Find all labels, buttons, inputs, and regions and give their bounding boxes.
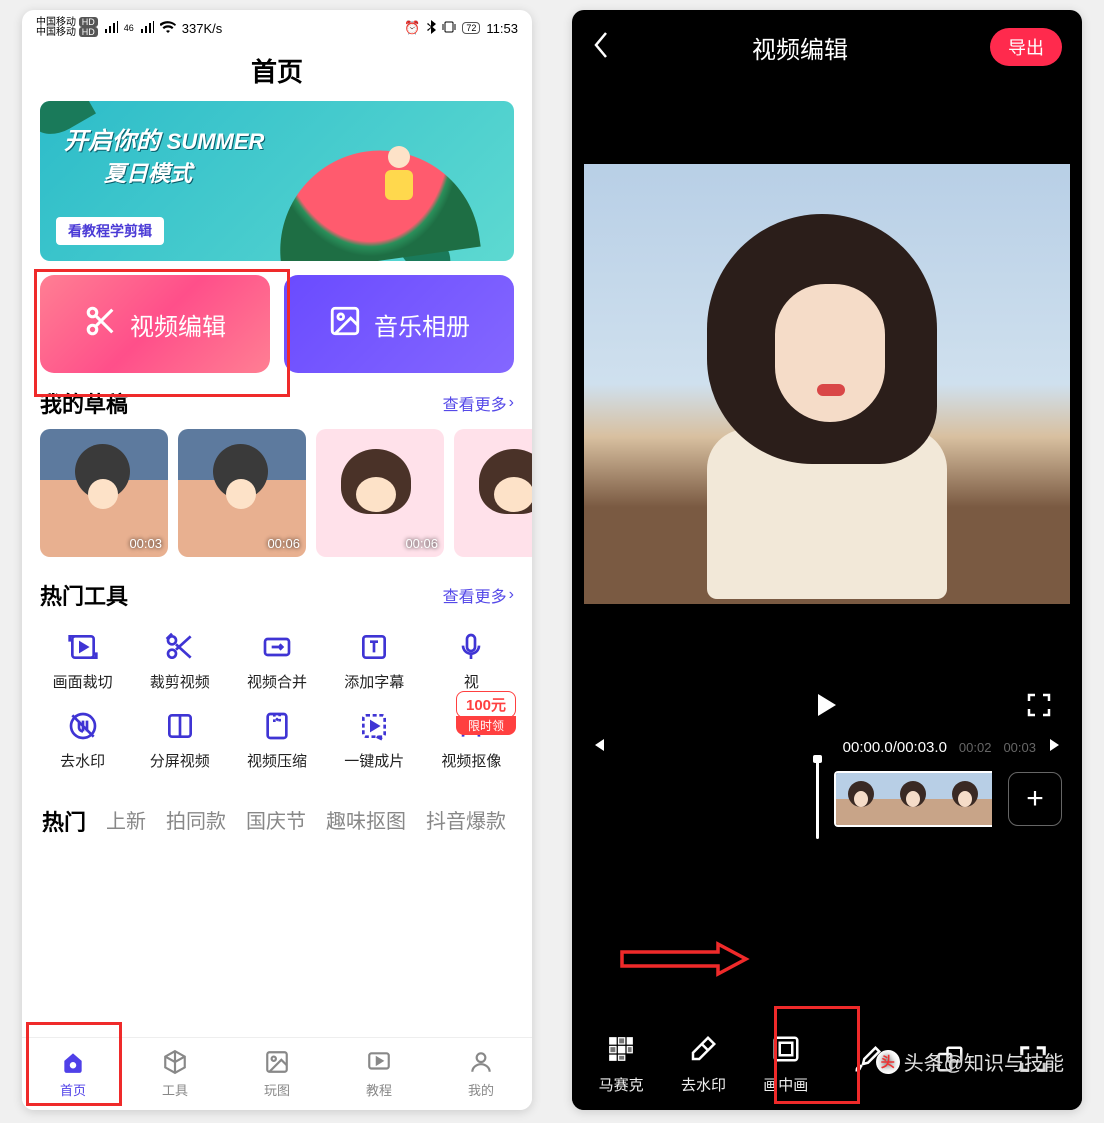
drafts-more-link[interactable]: 查看更多›	[443, 391, 514, 415]
tab-same-style[interactable]: 拍同款	[166, 805, 226, 837]
video-edit-button[interactable]: 视频编辑	[40, 275, 270, 373]
tools-more-link[interactable]: 查看更多›	[443, 583, 514, 607]
eraser-icon	[688, 1034, 718, 1068]
timeline-bar: 00:00.0/00:03.0 00:02 00:03	[572, 731, 1082, 763]
draft-item[interactable]: 00:03	[40, 429, 168, 557]
back-button[interactable]	[592, 31, 610, 64]
alarm-icon: ⏰	[404, 20, 420, 36]
chevron-right-icon: ›	[509, 394, 514, 412]
add-clip-button[interactable]: +	[1008, 772, 1062, 826]
tool-add-subtitle[interactable]: 添加字幕	[326, 631, 423, 692]
nav-profile[interactable]: 我的	[430, 1038, 532, 1110]
editor-title: 视频编辑	[752, 30, 848, 65]
nav-tutorial[interactable]: 教程	[328, 1038, 430, 1110]
annotation-arrow-right	[620, 940, 750, 983]
home-icon	[60, 1049, 86, 1078]
skip-end-button[interactable]	[1048, 737, 1064, 757]
hot-tools-title: 热门工具	[40, 579, 128, 611]
play-icon	[366, 1049, 392, 1078]
draft-item[interactable]: 00:06	[178, 429, 306, 557]
image-icon	[328, 304, 362, 345]
cube-icon	[162, 1049, 188, 1078]
drafts-title: 我的草稿	[40, 387, 128, 419]
user-icon	[468, 1049, 494, 1078]
draft-item[interactable]	[454, 429, 532, 557]
nav-play-image[interactable]: 玩图	[226, 1038, 328, 1110]
page-title: 首页	[22, 46, 532, 101]
wifi-icon	[160, 21, 176, 36]
signal-icon	[104, 21, 118, 36]
tab-douyin-hot[interactable]: 抖音爆款	[426, 805, 506, 837]
vibrate-icon	[442, 21, 456, 36]
clip-thumb[interactable]	[940, 773, 992, 825]
signal-icon	[140, 21, 154, 36]
tool-trim-video[interactable]: 裁剪视频	[131, 631, 228, 692]
tool-crop-frame[interactable]: 画面裁切	[34, 631, 131, 692]
right-screenshot: 视频编辑 导出 00:00.0/00:03.0 00:02 00:03	[572, 10, 1082, 1110]
image-icon	[264, 1049, 290, 1078]
tool-split-screen[interactable]: 分屏视频	[131, 710, 228, 771]
scissors-icon	[84, 304, 118, 345]
net-speed: 337K/s	[182, 21, 222, 36]
summer-banner[interactable]: 开启你的 SUMMER 夏日模式 看教程学剪辑	[40, 101, 514, 261]
category-tabs: 热门 上新 拍同款 国庆节 趣味抠图 抖音爆款	[22, 771, 532, 837]
draft-item[interactable]: 00:06	[316, 429, 444, 557]
tool-auto-edit[interactable]: 一键成片	[326, 710, 423, 771]
tool-voice[interactable]: 视	[423, 631, 520, 692]
export-button[interactable]: 导出	[990, 28, 1062, 66]
clock: 11:53	[486, 21, 518, 36]
clip-thumb[interactable]	[836, 773, 888, 825]
mosaic-icon	[606, 1034, 636, 1068]
drafts-list: 00:03 00:06 00:06	[22, 429, 532, 557]
play-button[interactable]	[816, 692, 838, 723]
fullscreen-button[interactable]	[1026, 692, 1052, 723]
chevron-right-icon: ›	[509, 586, 514, 604]
tool-mosaic[interactable]: 马赛克	[583, 1034, 659, 1095]
tab-fun-cutout[interactable]: 趣味抠图	[326, 805, 406, 837]
pip-icon	[771, 1034, 801, 1068]
toutiao-logo-icon: 头	[876, 1050, 900, 1074]
tab-national-day[interactable]: 国庆节	[246, 805, 306, 837]
promo-badge[interactable]: 100元 限时领	[456, 691, 516, 735]
playhead[interactable]	[816, 759, 819, 839]
bluetooth-icon	[426, 20, 436, 37]
tool-merge-video[interactable]: 视频合并	[228, 631, 325, 692]
banner-tag[interactable]: 看教程学剪辑	[56, 217, 164, 245]
music-album-button[interactable]: 音乐相册	[284, 275, 514, 373]
video-canvas[interactable]	[584, 114, 1070, 654]
tools-grid: 画面裁切 裁剪视频 视频合并 添加字幕 视 去水印 分屏视频 视频压缩 一键成片…	[22, 621, 532, 771]
clip-thumb[interactable]	[888, 773, 940, 825]
tool-compress-video[interactable]: 视频压缩	[228, 710, 325, 771]
bottom-nav: 首页 工具 玩图 教程 我的	[22, 1037, 532, 1110]
nav-home[interactable]: 首页	[22, 1038, 124, 1110]
tab-hot[interactable]: 热门	[42, 805, 86, 837]
skip-start-button[interactable]	[590, 737, 606, 757]
left-screenshot: 中国移动 HD 中国移动 HD 46 337K/s ⏰ 72 11:53 首页 …	[22, 10, 532, 1110]
clip-track[interactable]: +	[572, 763, 1082, 835]
toutiao-watermark: 头 头条@知识与技能	[876, 1047, 1064, 1076]
nav-tools[interactable]: 工具	[124, 1038, 226, 1110]
status-bar: 中国移动 HD 中国移动 HD 46 337K/s ⏰ 72 11:53	[22, 10, 532, 46]
tool-remove-watermark[interactable]: 去水印	[665, 1034, 741, 1095]
battery-level: 72	[462, 22, 480, 34]
tab-new[interactable]: 上新	[106, 805, 146, 837]
tool-picture-in-picture[interactable]: 画中画	[748, 1034, 824, 1095]
tool-remove-watermark[interactable]: 去水印	[34, 710, 131, 771]
